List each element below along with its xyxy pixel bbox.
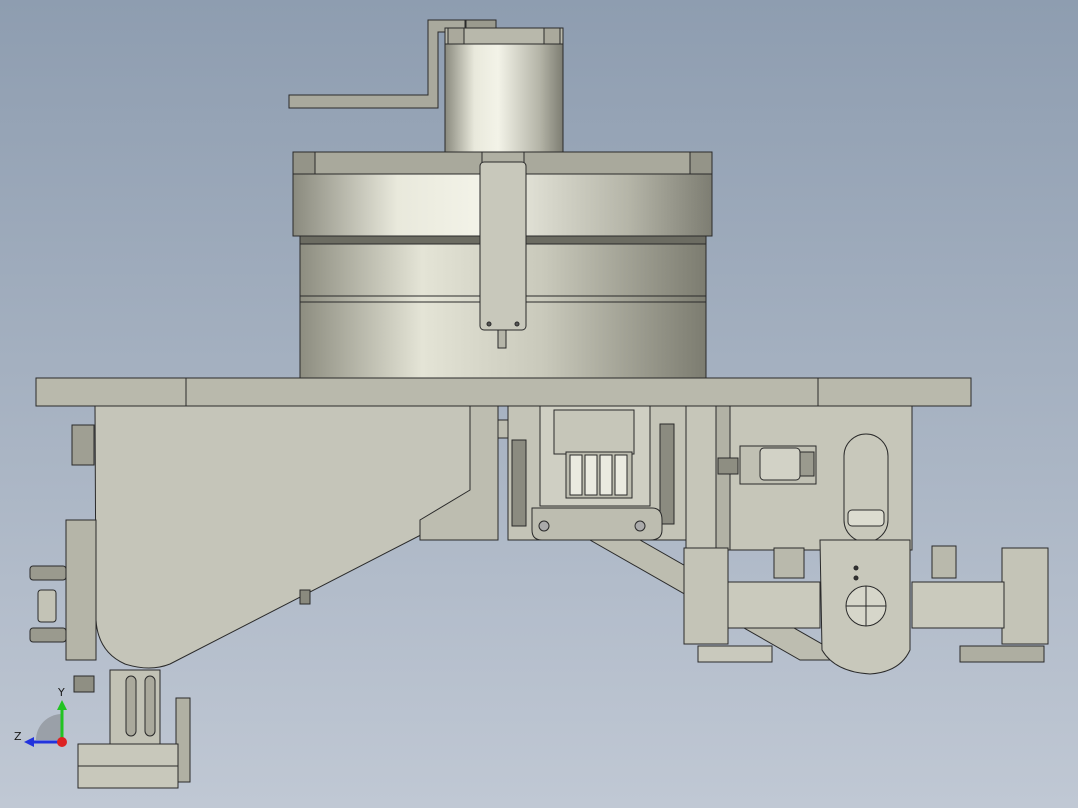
left-valve-bank bbox=[29, 519, 97, 693]
x-axis-dot bbox=[57, 737, 67, 747]
cad-model-assembly[interactable] bbox=[0, 0, 1078, 808]
graphics-viewport[interactable]: Y Z bbox=[0, 0, 1078, 808]
left-bracket bbox=[71, 405, 499, 669]
triad-plane-arc bbox=[36, 714, 62, 740]
right-gripper-assembly bbox=[683, 539, 1049, 675]
left-gripper bbox=[77, 669, 191, 789]
base-plate bbox=[35, 377, 972, 407]
orientation-triad: Y Z bbox=[14, 684, 84, 754]
center-terminal-housing bbox=[497, 405, 687, 541]
y-axis-label: Y bbox=[57, 686, 65, 699]
z-axis-label: Z bbox=[14, 730, 22, 743]
clamp-strap bbox=[479, 151, 527, 349]
right-frame bbox=[685, 405, 913, 551]
top-cylinder bbox=[444, 27, 564, 153]
